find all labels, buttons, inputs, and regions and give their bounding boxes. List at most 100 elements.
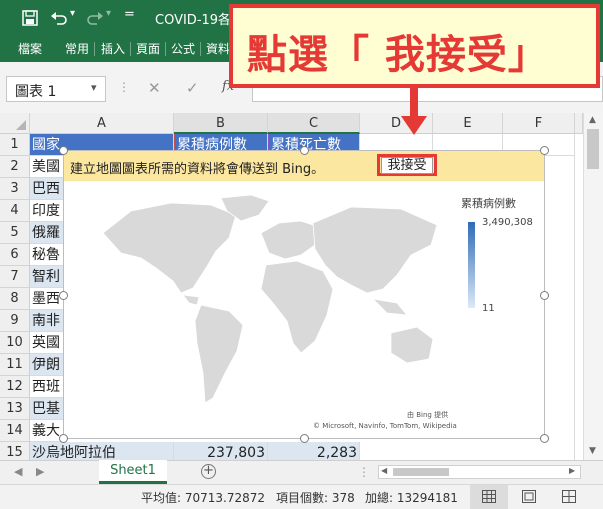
cell-country[interactable]: 伊朗 <box>30 354 64 376</box>
ribbon-divider <box>130 42 131 56</box>
legend-title: 累積病例數 <box>461 197 516 210</box>
view-normal-button[interactable] <box>470 485 508 509</box>
row-header[interactable]: 10 <box>0 332 30 354</box>
row-header[interactable]: 6 <box>0 244 30 266</box>
add-sheet-button[interactable]: + <box>201 464 216 479</box>
row-header[interactable]: 3 <box>0 178 30 200</box>
map-chart[interactable]: 累積病例數 3,490,308 11 由 Bing 提供 © Microsoft… <box>63 150 545 439</box>
row-header[interactable]: 2 <box>0 156 30 178</box>
resize-handle[interactable] <box>540 146 549 155</box>
column-header-e[interactable]: E <box>433 113 503 134</box>
row-header[interactable]: 4 <box>0 200 30 222</box>
redo-icon <box>87 12 103 25</box>
south-america-shape <box>194 304 244 404</box>
chevron-down-icon[interactable]: ▾ <box>91 81 97 94</box>
vertical-scrollbar[interactable]: ▲ ▼ <box>583 113 603 460</box>
status-bar: 平均值: 70713.72872 項目個數: 378 加總: 13294181 <box>0 484 603 509</box>
cell-country[interactable]: 秘魯 <box>30 244 64 266</box>
column-header-g[interactable] <box>575 113 583 134</box>
scroll-up-icon[interactable]: ▲ <box>589 115 596 125</box>
cell-country[interactable]: 巴基 <box>30 398 64 420</box>
cell-a15[interactable]: 沙烏地阿拉伯 <box>30 442 174 460</box>
select-all-corner[interactable] <box>0 113 30 134</box>
row-header[interactable]: 8 <box>0 288 30 310</box>
column-header-a[interactable]: A <box>30 113 174 134</box>
resize-handle[interactable] <box>300 434 309 443</box>
scroll-left-icon[interactable]: ◀ <box>14 465 22 478</box>
central-america-shape <box>182 294 200 306</box>
name-box[interactable]: 圖表 1 ▾ <box>6 76 106 102</box>
row-header[interactable]: 14 <box>0 420 30 442</box>
hscroll-right-icon[interactable]: ▶ <box>569 466 575 475</box>
world-map <box>102 194 438 404</box>
cell-country[interactable]: 巴西 <box>30 178 64 200</box>
save-icon[interactable] <box>22 10 38 26</box>
cell-country[interactable]: 英國 <box>30 332 64 354</box>
grid-view-icon <box>482 490 496 503</box>
select-all-icon <box>16 120 26 130</box>
confirm-icon[interactable]: ✓ <box>186 79 199 97</box>
row-header[interactable]: 7 <box>0 266 30 288</box>
row-header[interactable]: 13 <box>0 398 30 420</box>
tab-insert[interactable]: 插入 <box>101 36 125 62</box>
page-break-view-icon[interactable] <box>562 490 576 503</box>
cell-b15[interactable]: 237,803 <box>174 442 268 460</box>
bing-consent-bar: 建立地圖圖表所需的資料將會傳送到 Bing。 我接受 <box>64 151 544 181</box>
tab-file[interactable]: 檔案 <box>18 36 42 62</box>
row-header[interactable]: 15 <box>0 442 30 460</box>
accept-button[interactable]: 我接受 <box>381 157 433 174</box>
tab-formulas[interactable]: 公式 <box>171 36 195 62</box>
scroll-down-icon[interactable]: ▼ <box>589 446 596 456</box>
tab-data[interactable]: 資料 <box>206 36 230 62</box>
sheet-tab-sheet1[interactable]: Sheet1 <box>99 460 167 484</box>
row-header[interactable]: 11 <box>0 354 30 376</box>
column-header-b[interactable]: B <box>174 113 268 134</box>
scroll-thumb[interactable] <box>587 129 599 169</box>
column-header-f[interactable]: F <box>503 113 575 134</box>
row-header[interactable]: 12 <box>0 376 30 398</box>
cell-country[interactable]: 智利 <box>30 266 64 288</box>
ribbon-divider <box>94 42 95 56</box>
row-header[interactable]: 5 <box>0 222 30 244</box>
cell-country[interactable]: 俄羅 <box>30 222 64 244</box>
legend-max: 3,490,308 <box>482 217 533 228</box>
undo-dropdown-icon[interactable]: ▾ <box>70 8 75 19</box>
tab-page-layout[interactable]: 頁面 <box>136 36 160 62</box>
tab-splitter-icon[interactable]: ⋮ <box>358 465 370 479</box>
cell-country[interactable]: 美國 <box>30 156 64 178</box>
australia-shape <box>390 326 434 364</box>
resize-handle[interactable] <box>300 146 309 155</box>
cancel-icon[interactable]: ✕ <box>148 79 161 97</box>
instruction-callout: 點選「 我接受」 <box>229 4 600 88</box>
tab-home[interactable]: 常用 <box>65 36 89 62</box>
resize-handle[interactable] <box>540 434 549 443</box>
ribbon-divider <box>200 42 201 56</box>
legend-min: 11 <box>482 303 495 314</box>
cell-column-f[interactable] <box>545 134 575 460</box>
indonesia-shape <box>371 298 408 316</box>
undo-icon[interactable] <box>50 10 68 26</box>
hscroll-left-icon[interactable]: ◀ <box>381 466 387 475</box>
status-sum: 加總: 13294181 <box>365 491 458 505</box>
resize-handle[interactable] <box>540 291 549 300</box>
scroll-right-icon[interactable]: ▶ <box>36 465 44 478</box>
row-header[interactable]: 1 <box>0 134 30 156</box>
cell-country[interactable]: 南非 <box>30 310 64 332</box>
customize-toolbar-icon[interactable]: = <box>124 7 135 22</box>
horizontal-scrollbar[interactable]: ◀ ▶ <box>378 465 581 479</box>
cell-country[interactable]: 西班 <box>30 376 64 398</box>
north-america-shape <box>102 202 237 294</box>
resize-handle[interactable] <box>59 434 68 443</box>
name-box-value: 圖表 1 <box>15 84 57 100</box>
resize-handle[interactable] <box>59 291 68 300</box>
column-header-c[interactable]: C <box>268 113 360 134</box>
cell-c15[interactable]: 2,283 <box>268 442 360 460</box>
asia-shape <box>312 206 438 294</box>
cell-country[interactable]: 墨西 <box>30 288 64 310</box>
row-header[interactable]: 9 <box>0 310 30 332</box>
resize-handle[interactable] <box>59 146 68 155</box>
hscroll-thumb[interactable] <box>393 468 449 476</box>
page-layout-view-icon[interactable] <box>522 490 536 503</box>
ribbon-divider <box>165 42 166 56</box>
cell-country[interactable]: 印度 <box>30 200 64 222</box>
